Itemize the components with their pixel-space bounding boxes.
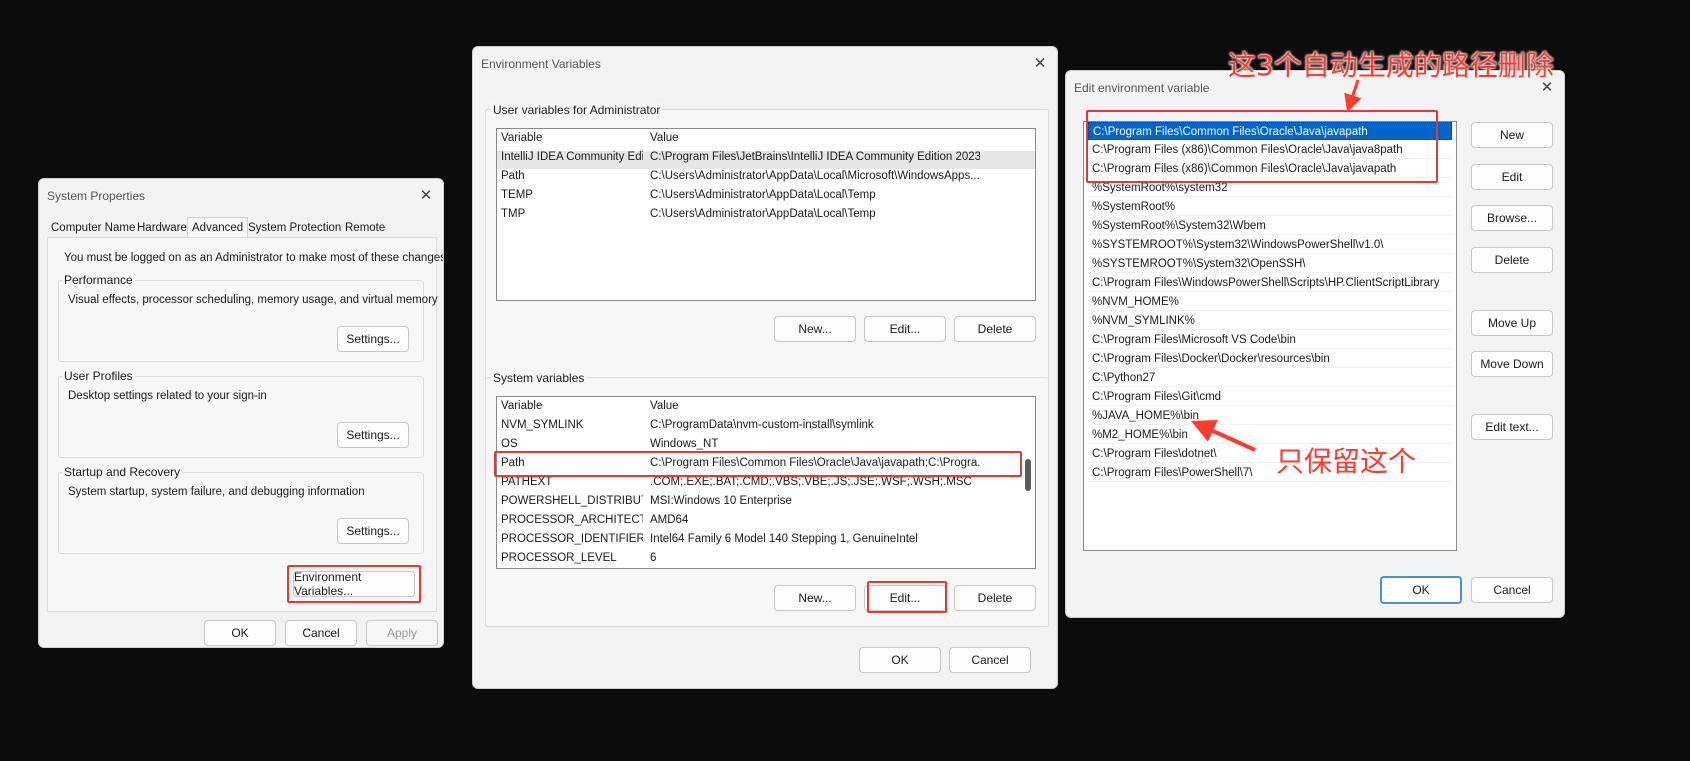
env-titlebar: Environment Variables [473,47,1057,81]
sys-ok-button[interactable]: OK [204,620,276,646]
window-title: Edit environment variable [1074,81,1210,95]
startup-recovery-desc: System startup, system failure, and debu… [68,486,365,498]
table-row[interactable]: TEMP C:\Users\Administrator\AppData\Loca… [497,189,1035,207]
tab-strip: Computer Name Hardware Advanced System P… [47,217,437,239]
tab-remote[interactable]: Remote [341,219,389,237]
table-row[interactable]: IntelliJ IDEA Community Edi... C:\Progra… [497,151,1035,169]
user-variables-label: User variables for Administrator [491,103,663,117]
user-profiles-desc: Desktop settings related to your sign-in [68,390,267,402]
window-title: Environment Variables [481,57,601,71]
user-new-button[interactable]: New... [774,316,856,342]
system-variables-label: System variables [491,371,587,385]
col-variable: Variable [501,400,543,412]
sys-edit-button[interactable]: Edit... [864,585,946,611]
table-row[interactable]: PROCESSOR_ARCHITECTURE AMD64 [497,514,1035,532]
list-item[interactable]: %JAVA_HOME%\bin [1088,407,1452,425]
scrollbar-thumb[interactable] [1025,459,1031,491]
edit-ok-button[interactable]: OK [1380,576,1462,604]
edit-new-button[interactable]: New [1471,122,1553,148]
user-delete-button[interactable]: Delete [954,316,1036,342]
list-item[interactable]: C:\Program Files (x86)\Common Files\Orac… [1088,160,1452,178]
table-row[interactable]: PROCESSOR_LEVEL 6 [497,552,1035,568]
environment-variables-window: Environment Variables ✕ User variables f… [472,46,1058,689]
system-variables-list[interactable]: Variable Value NVM_SYMLINK C:\ProgramDat… [496,396,1036,569]
performance-desc: Visual effects, processor scheduling, me… [68,294,438,306]
edit-environment-variable-window: Edit environment variable ✕ C:\Program F… [1065,70,1565,618]
sys-delete-button[interactable]: Delete [954,585,1036,611]
list-item[interactable]: %NVM_HOME% [1088,293,1452,311]
list-item[interactable]: C:\Program Files (x86)\Common Files\Orac… [1088,141,1452,159]
table-row[interactable]: OS Windows_NT [497,438,1035,456]
list-item[interactable]: C:\Python27 [1088,369,1452,387]
list-item[interactable]: %SYSTEMROOT%\System32\OpenSSH\ [1088,255,1452,273]
edit-delete-button[interactable]: Delete [1471,247,1553,273]
col-value: Value [650,400,679,412]
path-entries-list[interactable]: C:\Program Files\Common Files\Oracle\Jav… [1083,121,1457,551]
table-row[interactable]: Path C:\Program Files\Common Files\Oracl… [497,457,1035,475]
table-row[interactable]: PROCESSOR_IDENTIFIER Intel64 Family 6 Mo… [497,533,1035,551]
list-item[interactable]: %SystemRoot%\System32\Wbem [1088,217,1452,235]
tab-advanced[interactable]: Advanced [187,217,249,237]
table-row[interactable]: NVM_SYMLINK C:\ProgramData\nvm-custom-in… [497,419,1035,437]
list-item[interactable]: %SystemRoot% [1088,198,1452,216]
delete-annotation: 这3个自动生成的路径删除 [1228,49,1554,82]
edit-text-button[interactable]: Edit text... [1471,414,1553,440]
browse-button[interactable]: Browse... [1471,205,1553,231]
list-header: Variable Value [497,400,1035,418]
user-profiles-settings-button[interactable]: Settings... [337,422,409,448]
user-variables-list[interactable]: Variable Value IntelliJ IDEA Community E… [496,128,1036,301]
table-row[interactable]: PATHEXT .COM;.EXE;.BAT;.CMD;.VBS;.VBE;.J… [497,476,1035,494]
list-item[interactable]: C:\Program Files\WindowsPowerShell\Scrip… [1088,274,1452,292]
admin-note: You must be logged on as an Administrato… [64,252,444,264]
table-row[interactable]: Path C:\Users\Administrator\AppData\Loca… [497,170,1035,188]
list-item[interactable]: C:\Program Files\Microsoft VS Code\bin [1088,331,1452,349]
tab-system-protection[interactable]: System Protection [244,219,345,237]
list-item[interactable]: C:\Program Files\Docker\Docker\resources… [1088,350,1452,368]
list-header: Variable Value [497,132,1035,150]
col-variable: Variable [501,132,543,144]
performance-label: Performance [62,273,135,287]
system-properties-titlebar: System Properties [39,179,443,213]
keep-annotation: 只保留这个 [1276,445,1417,478]
col-value: Value [650,132,679,144]
sys-new-button[interactable]: New... [774,585,856,611]
startup-recovery-label: Startup and Recovery [62,465,183,479]
list-item[interactable]: C:\Program Files\Git\cmd [1088,388,1452,406]
edit-cancel-button[interactable]: Cancel [1471,577,1553,603]
move-down-button[interactable]: Move Down [1471,351,1553,377]
user-profiles-label: User Profiles [62,369,135,383]
table-row[interactable]: POWERSHELL_DISTRIBUTIO... MSI:Windows 10… [497,495,1035,513]
close-icon[interactable]: ✕ [417,186,435,204]
list-item[interactable]: C:\Program Files\Common Files\Oracle\Jav… [1088,122,1452,140]
startup-settings-button[interactable]: Settings... [337,518,409,544]
tab-computer-name[interactable]: Computer Name [47,219,139,237]
env-ok-button[interactable]: OK [859,647,941,673]
user-edit-button[interactable]: Edit... [864,316,946,342]
tab-hardware[interactable]: Hardware [133,219,191,237]
sys-cancel-button[interactable]: Cancel [285,620,357,646]
env-cancel-button[interactable]: Cancel [949,647,1031,673]
window-title: System Properties [47,189,146,203]
environment-variables-button[interactable]: Environment Variables... [293,570,415,598]
list-item[interactable]: %SystemRoot%\system32 [1088,179,1452,197]
advanced-tab-panel: You must be logged on as an Administrato… [47,237,443,612]
table-row[interactable]: TMP C:\Users\Administrator\AppData\Local… [497,208,1035,226]
close-icon[interactable]: ✕ [1031,54,1049,72]
list-item[interactable]: %SYSTEMROOT%\System32\WindowsPowerShell\… [1088,236,1452,254]
edit-edit-button[interactable]: Edit [1471,164,1553,190]
sys-apply-button[interactable]: Apply [366,620,438,646]
move-up-button[interactable]: Move Up [1471,310,1553,336]
performance-settings-button[interactable]: Settings... [337,326,409,352]
list-item[interactable]: %NVM_SYMLINK% [1088,312,1452,330]
system-properties-window: System Properties ✕ Computer Name Hardwa… [38,178,444,648]
